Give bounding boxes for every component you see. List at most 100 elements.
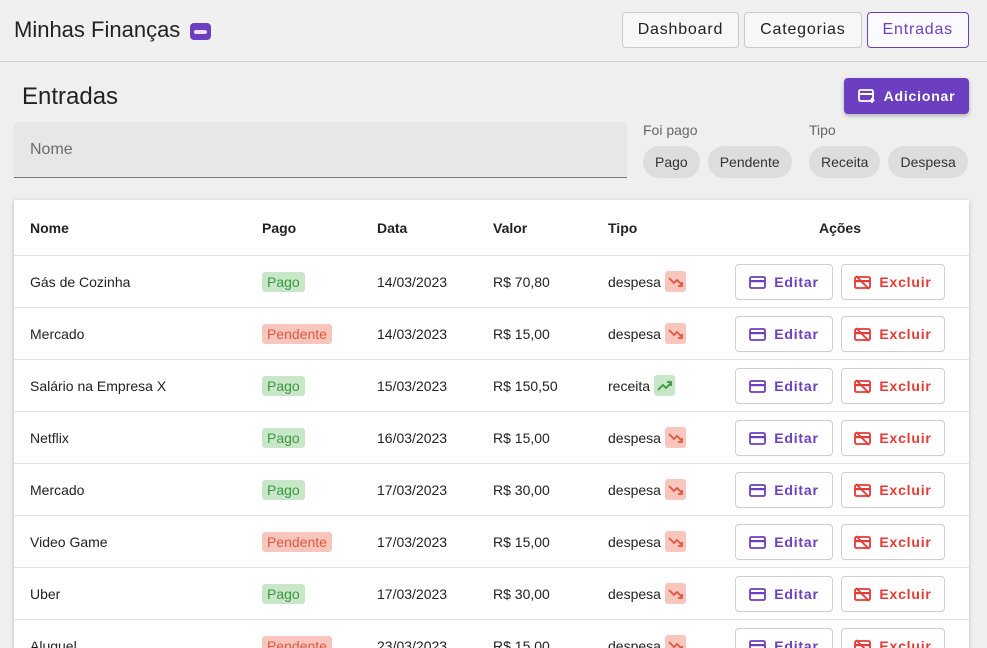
chip-pendente[interactable]: Pendente — [707, 146, 792, 178]
chip-pago[interactable]: Pago — [643, 146, 700, 178]
cell-data: 17/03/2023 — [377, 481, 448, 498]
tipo-filter: Tipo Receita Despesa — [809, 122, 968, 178]
cell-data: 17/03/2023 — [377, 585, 448, 602]
edit-button[interactable]: Editar — [735, 576, 833, 612]
delete-button[interactable]: Excluir — [841, 576, 945, 612]
delete-button[interactable]: Excluir — [841, 316, 945, 352]
app-title: Minhas Finanças — [14, 17, 212, 43]
credit-card-icon — [749, 483, 767, 497]
app-title-text: Minhas Finanças — [14, 17, 181, 42]
trending-down-icon-badge — [664, 271, 686, 292]
delete-button-label: Excluir — [879, 638, 932, 648]
edit-button[interactable]: Editar — [735, 420, 833, 456]
cell-pago: Pendente — [262, 308, 332, 359]
delete-button[interactable]: Excluir — [841, 628, 945, 648]
delete-button-label: Excluir — [879, 482, 932, 498]
edit-button-label: Editar — [774, 482, 819, 498]
edit-button[interactable]: Editar — [735, 524, 833, 560]
nav-entradas-button[interactable]: Entradas — [866, 12, 969, 48]
nav-dashboard-button[interactable]: Dashboard — [621, 12, 740, 48]
trending-down-icon — [668, 328, 683, 339]
trending-down-icon-badge — [664, 323, 686, 344]
trending-down-icon — [668, 536, 683, 547]
delete-button[interactable]: Excluir — [841, 524, 945, 560]
credit-card-icon — [749, 535, 767, 549]
edit-button[interactable]: Editar — [735, 472, 833, 508]
trending-down-icon-badge — [664, 479, 686, 500]
cell-valor: R$ 15,00 — [493, 429, 550, 446]
credit-card-off-icon — [854, 378, 872, 394]
trending-down-icon-badge — [664, 635, 686, 648]
header-tipo: Tipo — [608, 219, 638, 236]
credit-card-icon — [749, 327, 767, 341]
cell-nome: Netflix — [30, 429, 69, 446]
edit-button[interactable]: Editar — [735, 628, 833, 648]
cell-nome: Mercado — [30, 325, 85, 342]
delete-button-label: Excluir — [879, 586, 932, 602]
edit-button-label: Editar — [774, 638, 819, 648]
nav-categorias-button[interactable]: Categorias — [744, 12, 862, 48]
cell-tipo: despesa — [608, 620, 686, 648]
credit-card-icon — [749, 275, 767, 289]
table-row: Salário na Empresa X Pago 15/03/2023 R$ 150… — [14, 360, 969, 412]
trending-down-icon — [668, 432, 683, 443]
foi-pago-filter: Foi pago Pago Pendente — [643, 122, 792, 178]
cell-pago: Pendente — [262, 516, 332, 567]
cell-pago: Pago — [262, 464, 305, 515]
entries-table: Nome Pago Data Valor Tipo Ações Gás de C… — [14, 200, 969, 648]
trending-down-icon-badge — [664, 427, 686, 448]
cell-tipo: despesa — [608, 308, 686, 359]
edit-button[interactable]: Editar — [735, 264, 833, 300]
foi-pago-label: Foi pago — [643, 122, 698, 138]
edit-button[interactable]: Editar — [735, 368, 833, 404]
cell-valor: R$ 70,80 — [493, 273, 550, 290]
delete-button-label: Excluir — [879, 430, 932, 446]
status-badge: Pendente — [262, 531, 332, 552]
name-filter-field[interactable] — [14, 122, 627, 178]
edit-button[interactable]: Editar — [735, 316, 833, 352]
header-valor: Valor — [493, 219, 528, 236]
delete-button-label: Excluir — [879, 326, 932, 342]
header-nome: Nome — [30, 219, 69, 236]
delete-button[interactable]: Excluir — [841, 264, 945, 300]
cell-data: 14/03/2023 — [377, 325, 448, 342]
cell-data: 16/03/2023 — [377, 429, 448, 446]
trending-down-icon — [668, 276, 683, 287]
add-button-label: Adicionar — [883, 88, 956, 104]
cell-valor: R$ 30,00 — [493, 481, 550, 498]
table-header-row: Nome Pago Data Valor Tipo Ações — [14, 200, 969, 256]
table-row: Gás de Cozinha Pago 14/03/2023 R$ 70,80 desp… — [14, 256, 969, 308]
credit-card-icon — [749, 379, 767, 393]
add-button[interactable]: Adicionar — [844, 78, 969, 114]
credit-card-off-icon — [854, 274, 872, 290]
name-filter-input[interactable] — [14, 122, 627, 177]
cell-data: 14/03/2023 — [377, 273, 448, 290]
chip-despesa[interactable]: Despesa — [888, 146, 968, 178]
header-pago: Pago — [262, 219, 297, 236]
add-card-icon — [857, 89, 875, 103]
cell-nome: Mercado — [30, 481, 85, 498]
cell-tipo: despesa — [608, 568, 686, 619]
credit-card-icon — [749, 639, 767, 648]
chip-receita[interactable]: Receita — [809, 146, 881, 178]
cell-pago: Pago — [262, 256, 305, 307]
table-row: Netflix Pago 16/03/2023 R$ 15,00 despesa Edit… — [14, 412, 969, 464]
trending-up-icon-badge — [654, 375, 676, 396]
cell-nome: Salário na Empresa X — [30, 377, 167, 394]
wallet-icon — [190, 22, 212, 40]
credit-card-off-icon — [854, 638, 872, 648]
cell-tipo: receita — [608, 360, 676, 411]
delete-button[interactable]: Excluir — [841, 420, 945, 456]
table-row: Video Game Pendente 17/03/2023 R$ 15,00 desp… — [14, 516, 969, 568]
credit-card-off-icon — [854, 534, 872, 550]
delete-button[interactable]: Excluir — [841, 472, 945, 508]
delete-button-label: Excluir — [879, 274, 932, 290]
cell-data: 23/03/2023 — [377, 637, 448, 648]
tipo-text: despesa — [608, 585, 661, 602]
trending-down-icon — [668, 484, 683, 495]
delete-button[interactable]: Excluir — [841, 368, 945, 404]
credit-card-off-icon — [854, 326, 872, 342]
cell-valor: R$ 15,00 — [493, 533, 550, 550]
tipo-text: despesa — [608, 429, 661, 446]
table-row: Aluguel Pendente 23/03/2023 R$ 15,00 despesa… — [14, 620, 969, 648]
